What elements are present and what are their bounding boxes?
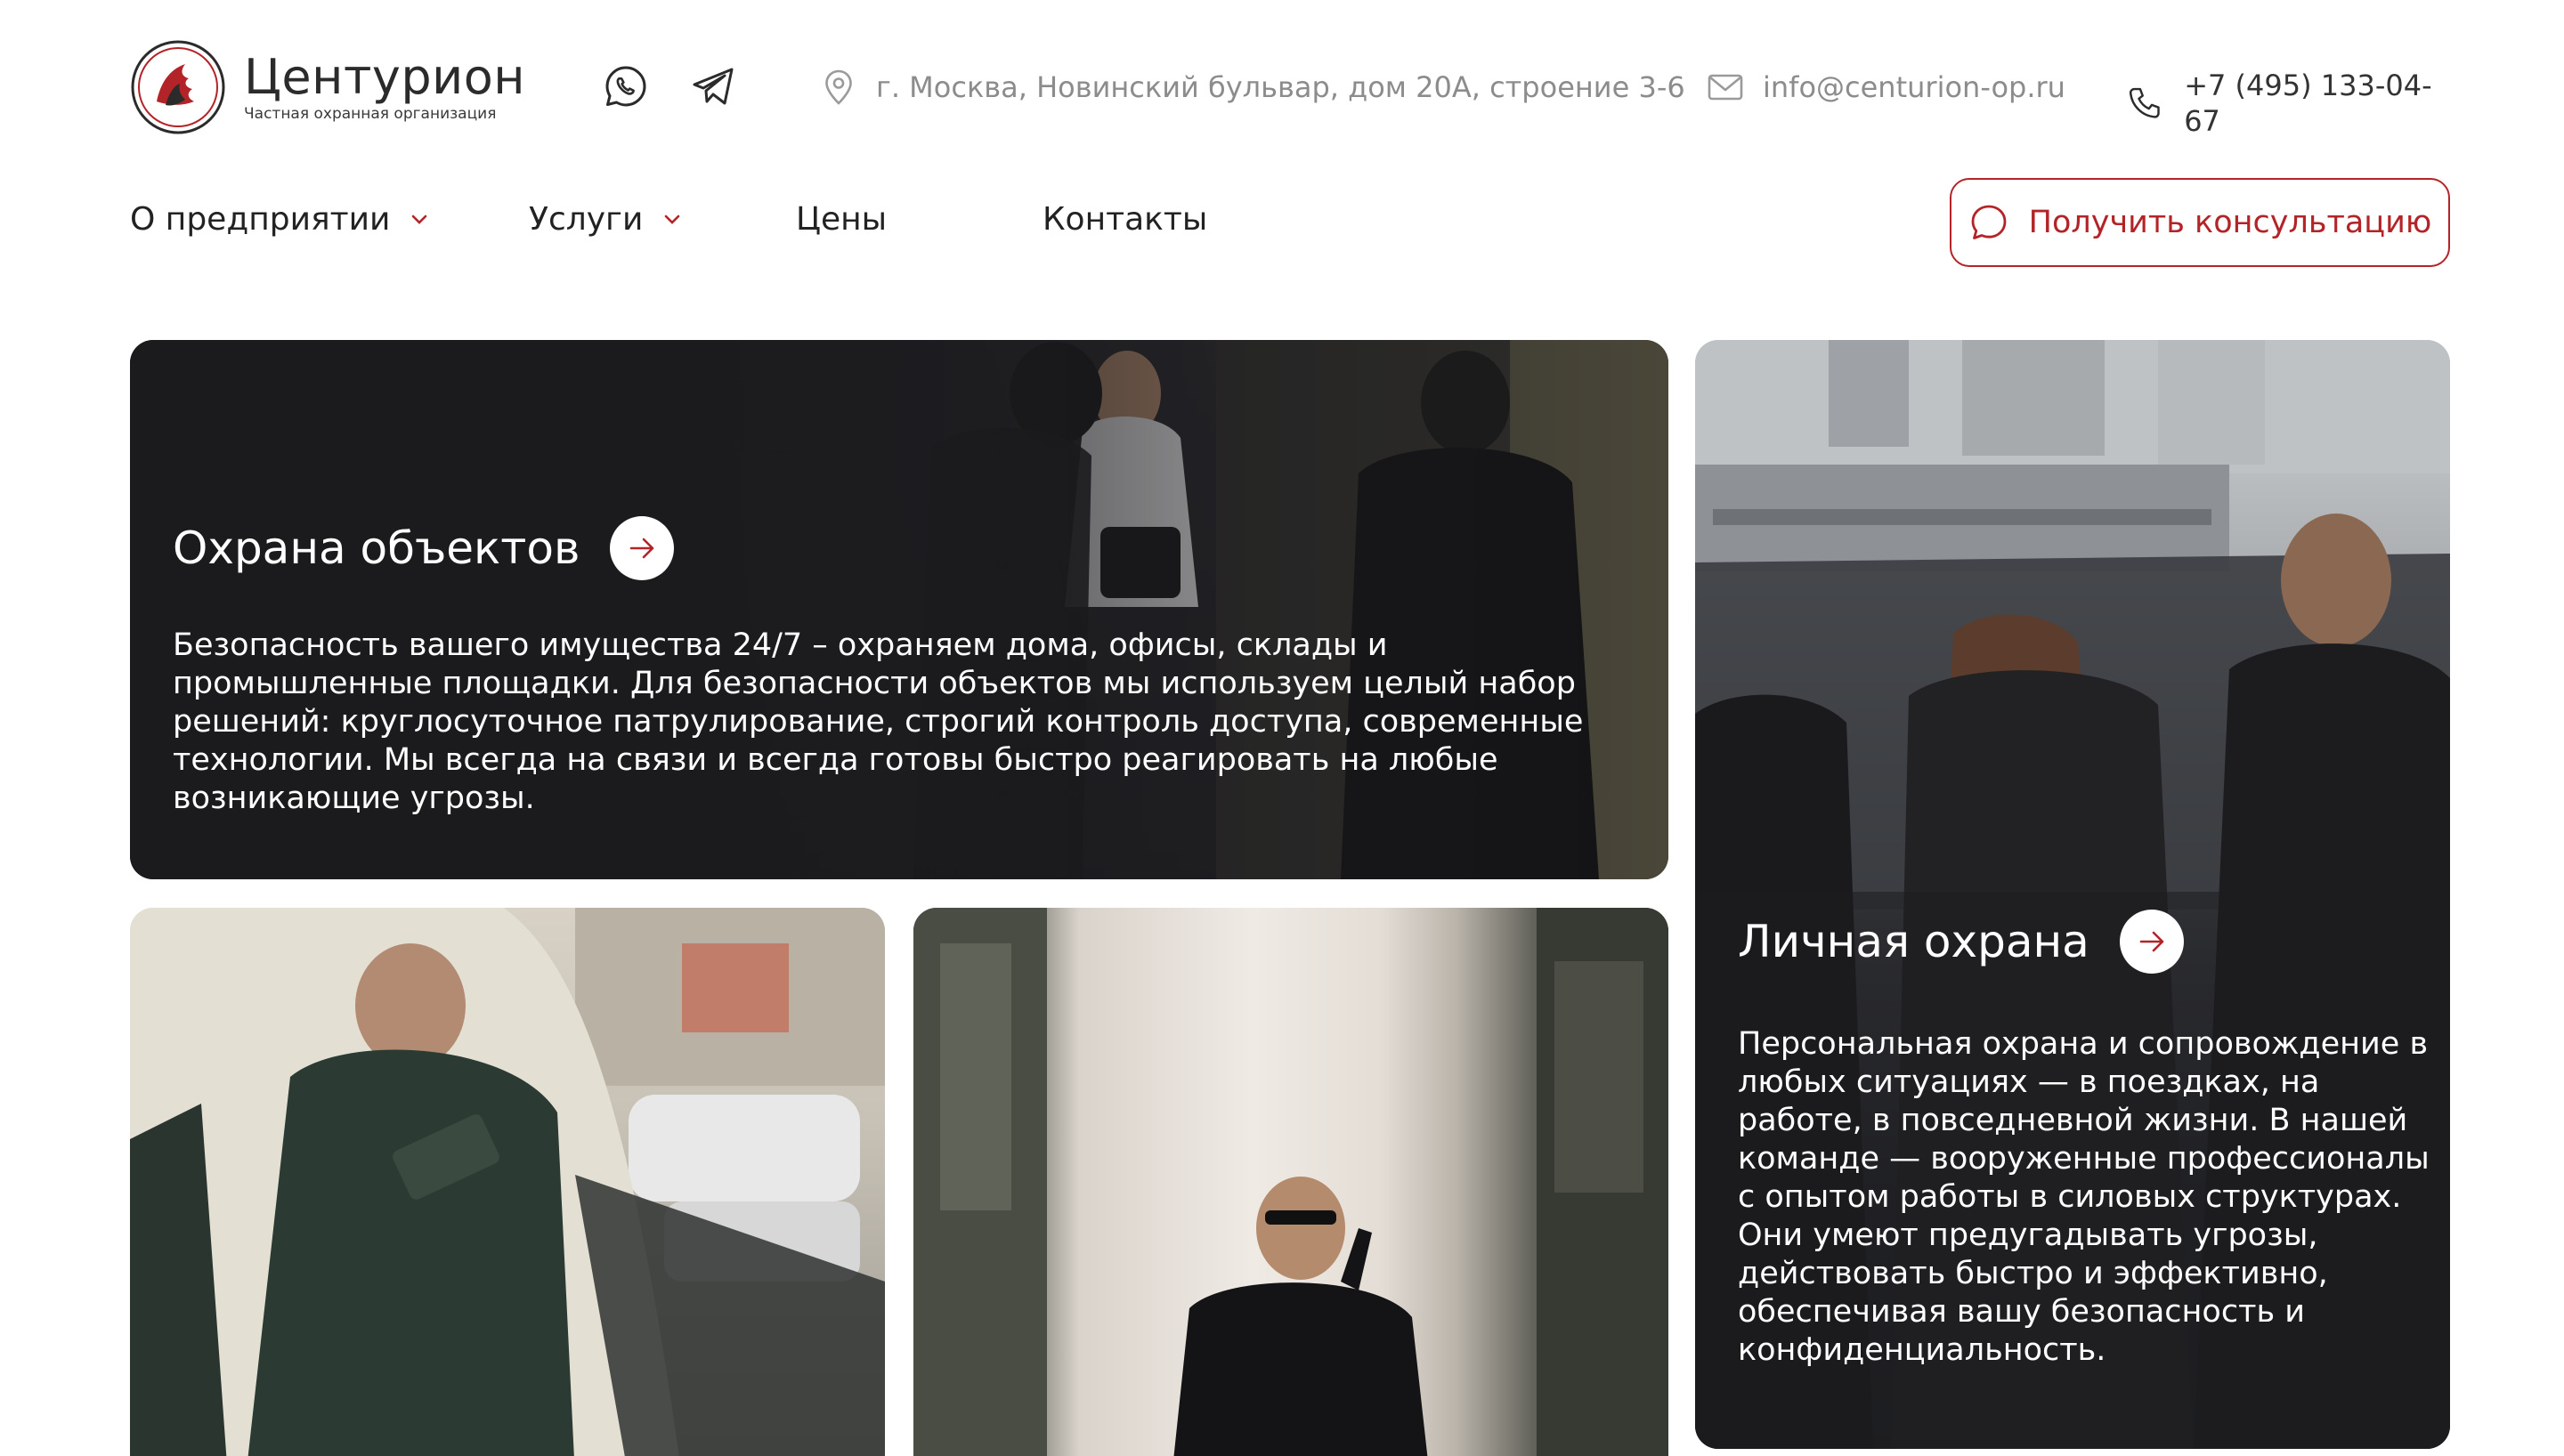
phone-icon: [2129, 87, 2160, 118]
centurion-logo-icon: [131, 40, 225, 134]
whatsapp-icon[interactable]: [602, 62, 650, 110]
nav-item-label: Контакты: [1043, 201, 1208, 238]
chat-bubble-icon: [1971, 205, 2007, 239]
email-text: info@centurion-op.ru: [1763, 70, 2065, 104]
personal-security-description: Персональная охрана и сопровождение в лю…: [1738, 1026, 2430, 1368]
logo[interactable]: Центурион Частная охранная организация: [130, 39, 525, 135]
card-title[interactable]: Личная охрана: [1738, 910, 2184, 974]
telegram-icon[interactable]: [689, 62, 737, 110]
address: г. Москва, Новинский бульвар, дом 20А, с…: [819, 68, 1685, 107]
card-object-security[interactable]: Охрана объектов Безопасность вашего имущ…: [130, 340, 1668, 879]
nav-item-about[interactable]: О предприятии: [130, 201, 431, 238]
chevron-down-icon: [665, 214, 680, 224]
card-guard-service[interactable]: [913, 908, 1668, 1456]
nav-item-contacts[interactable]: Контакты: [1043, 201, 1207, 238]
logo-subtitle: Частная охранная организация: [244, 105, 497, 123]
phone-text: +7 (495) 133-04-67: [2184, 69, 2432, 138]
card-title[interactable]: Охрана объектов: [173, 516, 675, 580]
arrow-right-button[interactable]: [2119, 910, 2184, 974]
card-personal-security[interactable]: Личная охрана Персональная охрана и сопр…: [1695, 340, 2450, 1449]
cash-collection-photo: [130, 908, 885, 1456]
nav-item-label: Цены: [796, 201, 888, 238]
email[interactable]: info@centurion-op.ru: [1706, 68, 2065, 107]
nav-item-services[interactable]: Услуги: [529, 201, 684, 238]
chevron-down-icon: [412, 214, 427, 224]
object-security-description: Безопасность вашего имущества 24/7 – охр…: [173, 627, 1584, 816]
nav-item-prices[interactable]: Цены: [796, 201, 887, 238]
arrow-right-button[interactable]: [610, 516, 675, 580]
nav-item-label: Услуги: [529, 201, 644, 238]
cta-label: Получить консультацию: [2028, 205, 2432, 240]
address-text: г. Москва, Новинский бульвар, дом 20А, с…: [876, 70, 1685, 104]
personal-security-title: Личная охрана: [1738, 916, 2089, 967]
arrow-right-icon: [2139, 931, 2164, 952]
mail-icon: [1708, 74, 1743, 101]
card-cash-collection[interactable]: [130, 908, 885, 1456]
guard-photo: [913, 908, 1668, 1456]
logo-title: Центурион: [244, 49, 526, 105]
location-pin-icon: [825, 69, 852, 105]
get-consultation-button[interactable]: Получить консультацию: [1950, 178, 2450, 267]
phone[interactable]: +7 (495) 133-04-67: [2126, 68, 2450, 139]
object-security-title: Охрана объектов: [173, 522, 580, 574]
messenger-links: [602, 62, 737, 110]
arrow-right-icon: [630, 538, 654, 559]
nav-item-label: О предприятии: [130, 201, 391, 238]
site-header: Центурион Частная охранная организация г…: [130, 39, 2450, 139]
